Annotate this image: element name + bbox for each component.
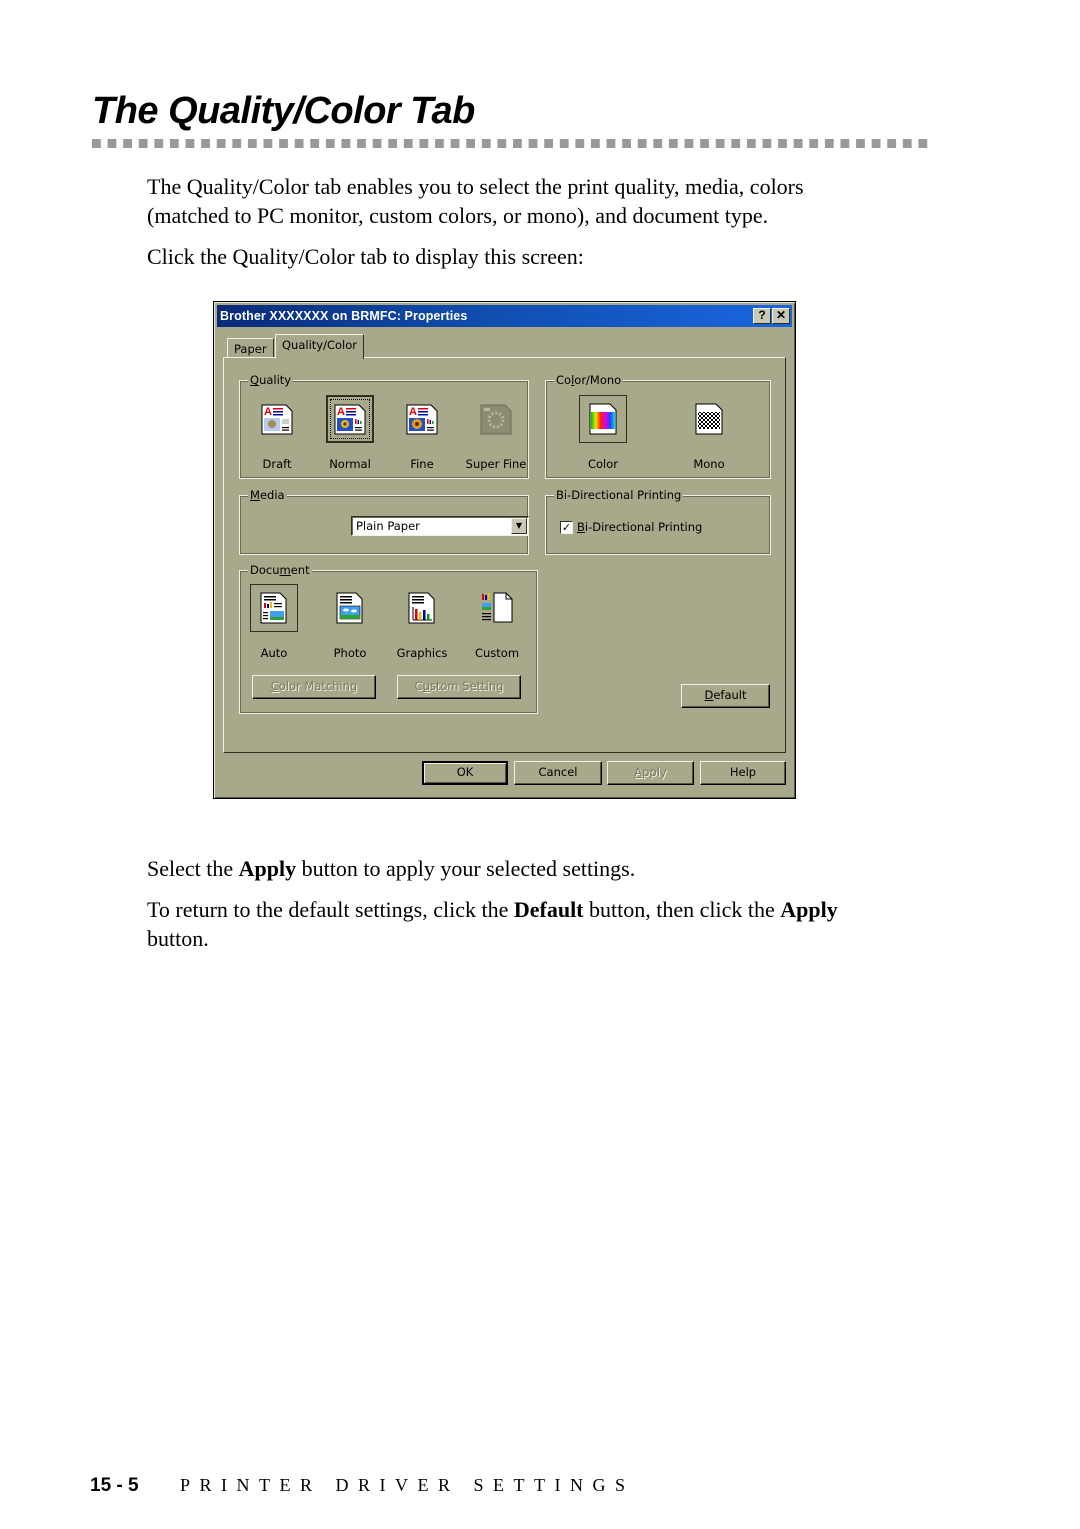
custom-setting-button: Custom Setting <box>397 675 521 699</box>
quality-option-draft[interactable]: A Draft <box>239 395 315 471</box>
default-instruction: To return to the default settings, click… <box>147 897 838 951</box>
document-group: Document Auto Photo Graphics Custom Colo… <box>236 563 538 714</box>
color-option-mono[interactable]: Mono <box>671 395 747 471</box>
color-mono-group: Color/Mono Color Mono <box>545 373 771 479</box>
svg-text:A: A <box>409 406 417 418</box>
bidirectional-checkbox[interactable]: ✓ Bi-Directional Printing <box>560 520 702 534</box>
quality-group-label: Quality <box>248 373 294 387</box>
document-label-auto: Auto <box>260 646 288 660</box>
dialog-titlebar[interactable]: Brother XXXXXXX on BRMFC: Properties ? ✕ <box>217 305 792 327</box>
document-option-graphics[interactable]: Graphics <box>384 584 460 660</box>
heading-divider <box>92 139 930 148</box>
graphics-document-icon <box>398 584 446 632</box>
bidirectional-checkbox-label: Bi-Directional Printing <box>577 520 703 534</box>
page-heading: The Quality/Color Tab <box>92 90 475 132</box>
apply-emphasis-2: Apply <box>780 897 838 922</box>
cancel-button[interactable]: Cancel <box>514 761 602 785</box>
draft-quality-icon: A <box>253 395 301 443</box>
quality-label-draft: Draft <box>262 457 292 471</box>
help-title-button[interactable]: ? <box>753 308 771 324</box>
color-matching-button: Color Matching <box>252 675 376 699</box>
section-title: PRINTER DRIVER SETTINGS <box>180 1475 635 1495</box>
color-mono-group-label: Color/Mono <box>554 373 624 387</box>
checkmark-icon[interactable]: ✓ <box>560 520 573 534</box>
super-fine-quality-icon <box>472 395 520 443</box>
normal-quality-icon: A <box>326 395 374 443</box>
help-button[interactable]: Help <box>700 761 786 785</box>
quality-label-super-fine: Super Fine <box>465 457 527 471</box>
dialog-title: Brother XXXXXXX on BRMFC: Properties <box>220 309 468 323</box>
auto-document-icon <box>250 584 298 632</box>
quality-option-fine[interactable]: A Fine <box>384 395 460 471</box>
chevron-down-icon[interactable]: ▼ <box>511 518 527 534</box>
apply-emphasis: Apply <box>238 856 297 881</box>
svg-text:A: A <box>337 406 345 418</box>
quality-option-normal[interactable]: A Normal <box>312 395 388 471</box>
default-button[interactable]: Default <box>681 684 770 708</box>
ok-button[interactable]: OK <box>422 761 508 785</box>
mono-checker-icon <box>685 395 733 443</box>
quality-color-panel: Quality A Draft A Normal A Fine Super Fi… <box>223 357 786 753</box>
close-button[interactable]: ✕ <box>772 308 790 324</box>
properties-dialog: Brother XXXXXXX on BRMFC: Properties ? ✕… <box>213 301 796 799</box>
color-label: Color <box>587 457 619 471</box>
photo-document-icon <box>326 584 374 632</box>
intro-paragraph: The Quality/Color tab enables you to sel… <box>147 172 937 230</box>
media-select[interactable]: Plain Paper ▼ <box>351 516 529 536</box>
document-label-graphics: Graphics <box>396 646 448 660</box>
apply-button: Apply <box>607 761 694 785</box>
document-option-photo[interactable]: Photo <box>312 584 388 660</box>
page-number: 15 - 5 <box>90 1475 139 1496</box>
svg-text:A: A <box>264 406 272 418</box>
document-option-auto[interactable]: Auto <box>236 584 312 660</box>
quality-label-fine: Fine <box>410 457 434 471</box>
color-rainbow-icon <box>579 395 627 443</box>
bidirectional-group-label: Bi-Directional Printing <box>554 488 684 502</box>
media-group-label: Media <box>248 488 287 502</box>
fine-quality-icon: A <box>398 395 446 443</box>
intro-line-2: (matched to PC monitor, custom colors, o… <box>147 203 769 228</box>
tab-paper[interactable]: Paper <box>227 338 274 358</box>
custom-document-icon <box>473 584 521 632</box>
intro-line-1: The Quality/Color tab enables you to sel… <box>147 174 804 199</box>
close-icon: ✕ <box>775 308 787 322</box>
document-option-custom[interactable]: Custom <box>459 584 535 660</box>
default-emphasis: Default <box>513 897 584 922</box>
quality-group: Quality A Draft A Normal A Fine Super Fi… <box>239 373 529 479</box>
quality-label-normal: Normal <box>329 457 371 471</box>
instruction-text: Click the Quality/Color tab to display t… <box>147 244 584 269</box>
bidirectional-group: Bi-Directional Printing ✓ Bi-Directional… <box>545 488 771 555</box>
color-option-color[interactable]: Color <box>565 395 641 471</box>
document-group-label: Document <box>248 563 312 577</box>
tab-quality-color[interactable]: Quality/Color <box>275 334 364 359</box>
quality-option-super-fine: Super Fine <box>458 395 534 471</box>
media-group: Media Plain Paper ▼ <box>239 488 529 555</box>
media-selected-value: Plain Paper <box>356 519 420 533</box>
apply-instruction: Select the Apply button to apply your se… <box>147 856 636 881</box>
document-label-custom: Custom <box>474 646 520 660</box>
mono-label: Mono <box>693 457 725 471</box>
document-label-photo: Photo <box>333 646 367 660</box>
